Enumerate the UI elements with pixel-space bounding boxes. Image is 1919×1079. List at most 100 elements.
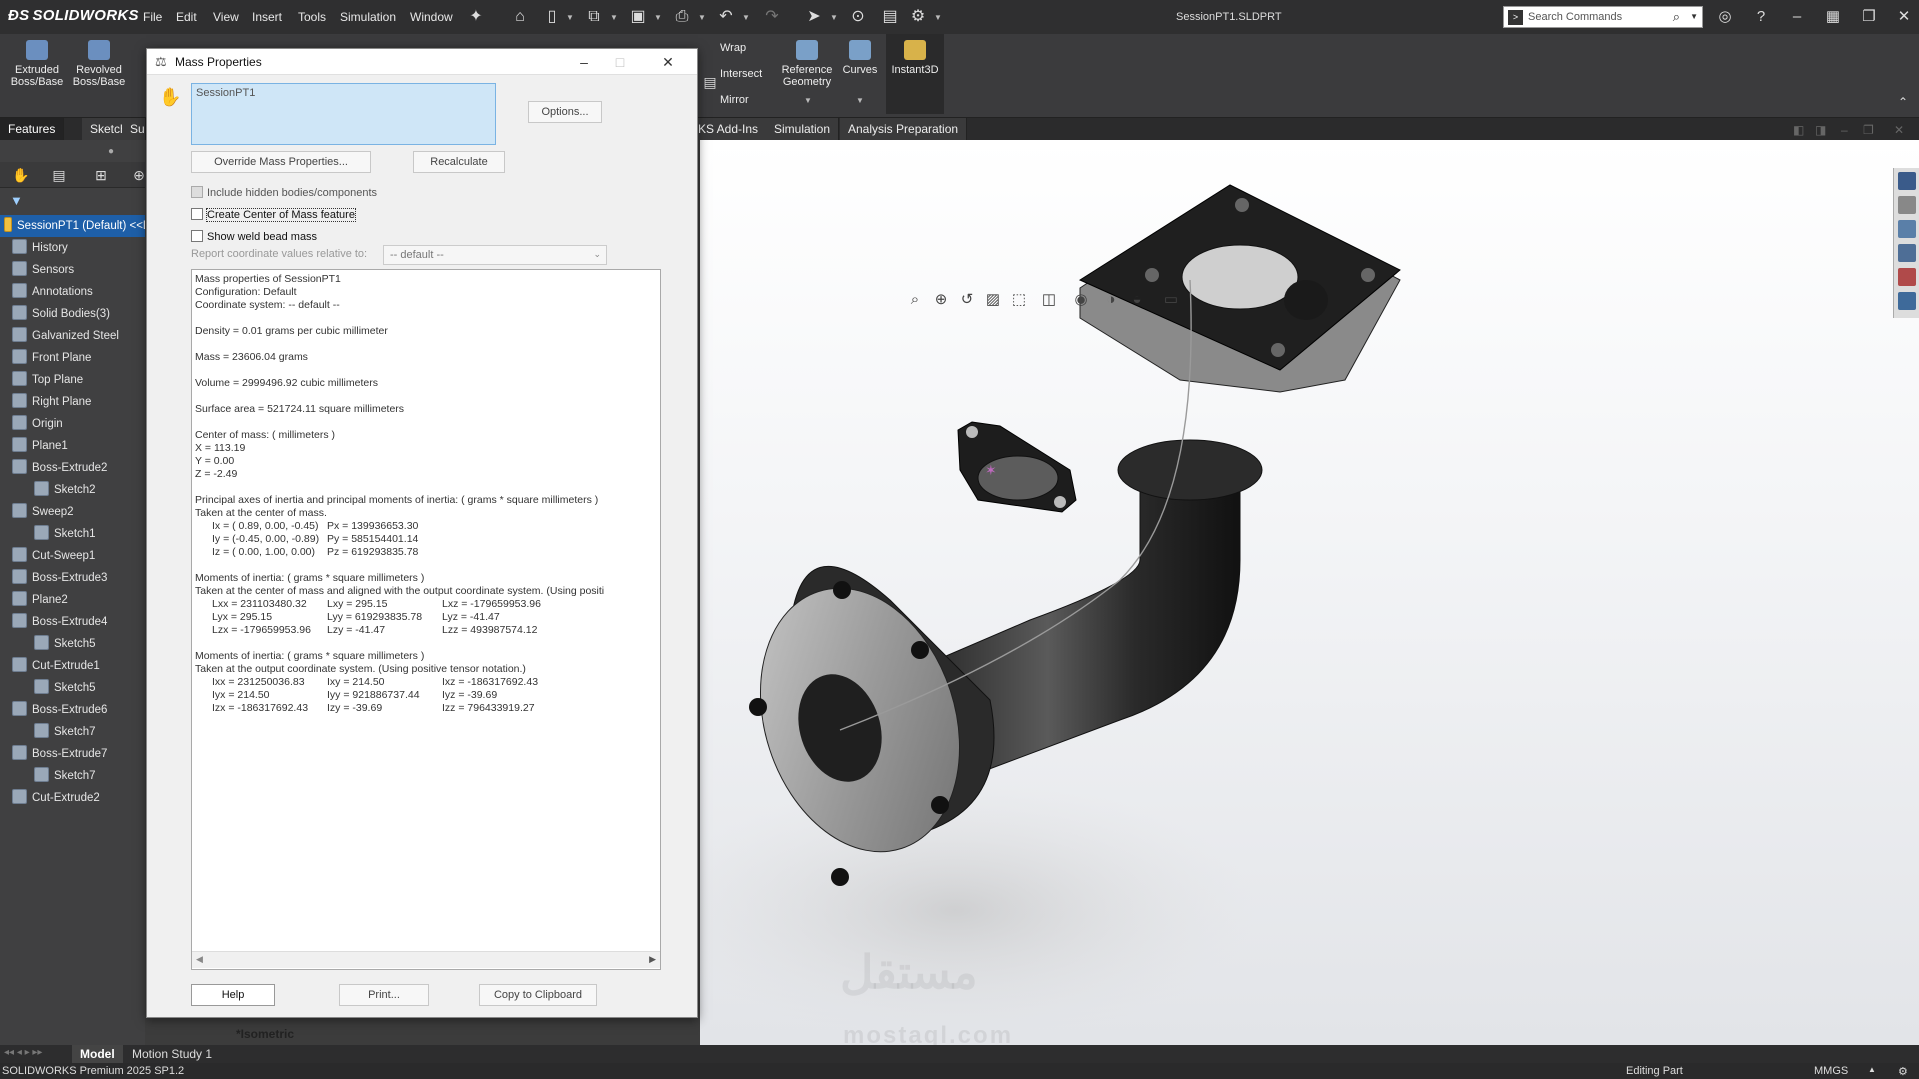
- tab-surfaces[interactable]: Sur: [122, 118, 146, 140]
- viewport-tile-left-icon[interactable]: ◧: [1793, 123, 1804, 137]
- home-icon[interactable]: ⌂: [510, 7, 530, 27]
- menu-view[interactable]: View: [213, 10, 239, 24]
- tree-item[interactable]: Cut-Extrude1: [0, 655, 145, 677]
- tree-item[interactable]: Sketch1: [0, 523, 145, 545]
- reference-geometry-button[interactable]: Reference Geometry: [776, 40, 838, 88]
- print-button[interactable]: Print...: [339, 984, 429, 1006]
- filter-icon[interactable]: ▼: [10, 193, 23, 208]
- tree-item[interactable]: Front Plane: [0, 347, 145, 369]
- traffic-light-icon[interactable]: ⊙: [848, 7, 868, 27]
- view-settings-icon[interactable]: ▭: [1161, 290, 1181, 310]
- mirror-button[interactable]: Mirror: [720, 94, 749, 106]
- show-weld-checkbox[interactable]: Show weld bead mass: [191, 230, 317, 243]
- help-icon[interactable]: ?: [1750, 6, 1772, 28]
- menu-simulation[interactable]: Simulation: [340, 10, 396, 24]
- display-style-icon[interactable]: ◫: [1039, 290, 1059, 310]
- tab-motion-study-1[interactable]: Motion Study 1: [124, 1045, 220, 1063]
- extruded-boss-button[interactable]: Extruded Boss/Base: [6, 40, 68, 88]
- section-view-icon[interactable]: ▨: [983, 290, 1003, 310]
- wrap-button[interactable]: Wrap: [720, 42, 746, 54]
- tree-item[interactable]: Boss-Extrude4: [0, 611, 145, 633]
- appearances-icon[interactable]: [1898, 268, 1916, 286]
- user-account-icon[interactable]: ◎: [1714, 6, 1736, 28]
- open-icon[interactable]: ⧉: [584, 7, 604, 27]
- solidworks-logo[interactable]: ƉS SOLIDWORKS: [8, 7, 139, 24]
- chevron-down-icon[interactable]: ▼: [610, 13, 618, 22]
- tree-item[interactable]: Sketch7: [0, 721, 145, 743]
- tree-item[interactable]: Galvanized Steel: [0, 325, 145, 347]
- selected-items-list[interactable]: SessionPT1: [191, 83, 496, 145]
- redo-icon[interactable]: ↷: [762, 7, 782, 27]
- zoom-to-area-icon[interactable]: ⊕: [931, 290, 951, 310]
- panel-handle-icon[interactable]: ●: [108, 146, 114, 157]
- tab-features[interactable]: Features: [0, 118, 65, 140]
- help-button[interactable]: Help: [191, 984, 275, 1006]
- undo-icon[interactable]: ↶: [716, 7, 736, 27]
- tree-item[interactable]: Sensors: [0, 259, 145, 281]
- tree-item[interactable]: History: [0, 237, 145, 259]
- tree-item[interactable]: Origin: [0, 413, 145, 435]
- intersect-button[interactable]: Intersect: [720, 68, 762, 80]
- chevron-down-icon[interactable]: ▼: [830, 13, 838, 22]
- chevron-down-icon[interactable]: ▼: [934, 13, 942, 22]
- tab-model[interactable]: Model: [72, 1045, 123, 1063]
- tile-icon[interactable]: ▦: [1822, 6, 1844, 28]
- close-icon[interactable]: ✕: [655, 52, 681, 72]
- zoom-to-fit-icon[interactable]: ⌕: [905, 290, 925, 310]
- units-selector[interactable]: MMGS: [1814, 1065, 1848, 1077]
- save-icon[interactable]: ▣: [628, 7, 648, 27]
- minimize-icon[interactable]: –: [1786, 6, 1808, 28]
- tree-item[interactable]: Annotations: [0, 281, 145, 303]
- menu-tools[interactable]: Tools: [298, 10, 326, 24]
- hide-show-icon[interactable]: ◉: [1071, 290, 1091, 310]
- tree-item[interactable]: Boss-Extrude2: [0, 457, 145, 479]
- tree-item[interactable]: Sweep2: [0, 501, 145, 523]
- edit-appearance-icon[interactable]: ◑: [1101, 290, 1121, 310]
- tab-scroll-arrows-icon[interactable]: ◂◂ ◂ ▸ ▸▸: [4, 1047, 42, 1058]
- property-manager-icon[interactable]: ▤: [46, 165, 72, 185]
- dialog-title-bar[interactable]: ⚖ Mass Properties – □ ✕: [147, 49, 697, 75]
- viewport-restore-icon[interactable]: ❐: [1863, 123, 1874, 137]
- tab-simulation[interactable]: Simulation: [766, 118, 840, 140]
- recalculate-button[interactable]: Recalculate: [413, 151, 505, 173]
- menu-insert[interactable]: Insert: [252, 10, 282, 24]
- close-icon[interactable]: ✕: [1893, 6, 1915, 28]
- chevron-down-icon[interactable]: ▼: [856, 96, 864, 105]
- include-hidden-checkbox[interactable]: Include hidden bodies/components: [191, 186, 377, 199]
- custom-properties-icon[interactable]: [1898, 292, 1916, 310]
- chevron-down-icon[interactable]: ▼: [742, 13, 750, 22]
- tree-item[interactable]: Top Plane: [0, 369, 145, 391]
- scroll-left-icon[interactable]: ◀: [196, 954, 203, 965]
- chevron-down-icon[interactable]: ▼: [698, 13, 706, 22]
- view-orientation-icon[interactable]: ⬚: [1009, 290, 1029, 310]
- new-document-icon[interactable]: ▯: [542, 7, 562, 27]
- scroll-right-icon[interactable]: ▶: [649, 954, 656, 965]
- tree-item[interactable]: Boss-Extrude7: [0, 743, 145, 765]
- revolved-boss-button[interactable]: Revolved Boss/Base: [68, 40, 130, 88]
- apply-scene-icon[interactable]: ◒: [1127, 290, 1147, 310]
- tab-analysis-preparation[interactable]: Analysis Preparation: [840, 118, 968, 140]
- selected-item[interactable]: SessionPT1: [196, 87, 255, 99]
- menu-window[interactable]: Window: [410, 10, 453, 24]
- viewport-close-icon[interactable]: ✕: [1894, 123, 1904, 137]
- chevron-down-icon[interactable]: ▼: [654, 13, 662, 22]
- tree-item[interactable]: Boss-Extrude6: [0, 699, 145, 721]
- tab-addins[interactable]: KS Add-Ins: [690, 118, 768, 140]
- viewport-minimize-icon[interactable]: –: [1841, 123, 1848, 137]
- tree-item[interactable]: Sketch5: [0, 677, 145, 699]
- instant3d-button[interactable]: Instant3D: [886, 34, 944, 114]
- select-arrow-icon[interactable]: ➤: [804, 7, 824, 27]
- chevron-down-icon[interactable]: ▼: [1690, 12, 1698, 21]
- minimize-icon[interactable]: –: [571, 52, 597, 72]
- search-commands-input[interactable]: > Search Commands ⌕ ▼: [1503, 6, 1703, 28]
- search-icon[interactable]: ⌕: [1673, 9, 1680, 25]
- copy-to-clipboard-button[interactable]: Copy to Clipboard: [479, 984, 597, 1006]
- previous-view-icon[interactable]: ↺: [957, 290, 977, 310]
- collapse-ribbon-icon[interactable]: ⌃: [1893, 92, 1913, 112]
- chevron-up-icon[interactable]: ▲: [1868, 1065, 1876, 1074]
- tree-item[interactable]: Sketch2: [0, 479, 145, 501]
- pin-icon[interactable]: ✦: [466, 7, 486, 27]
- resources-home-icon[interactable]: [1898, 172, 1916, 190]
- view-palette-icon[interactable]: [1898, 244, 1916, 262]
- horizontal-scrollbar[interactable]: ◀ ▶: [192, 951, 660, 968]
